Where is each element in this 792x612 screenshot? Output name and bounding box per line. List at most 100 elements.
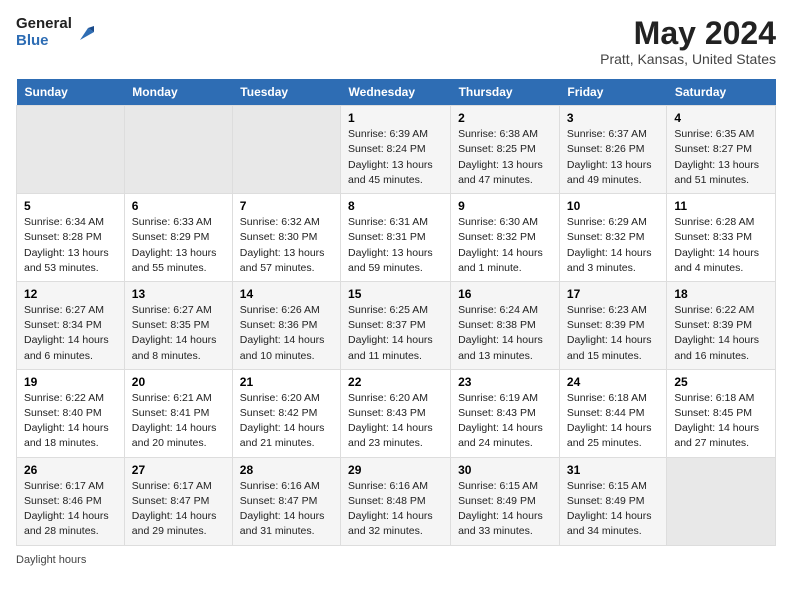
calendar-cell [124, 106, 232, 194]
day-number: 19 [24, 375, 117, 389]
daylight-label: Daylight hours [16, 554, 86, 566]
col-header-wednesday: Wednesday [341, 79, 451, 106]
calendar-week-1: 1 Sunrise: 6:39 AM Sunset: 8:24 PM Daylig… [17, 106, 776, 194]
day-info: Sunrise: 6:20 AM Sunset: 8:43 PM Dayligh… [348, 391, 443, 452]
calendar-cell: 8 Sunrise: 6:31 AM Sunset: 8:31 PM Daylig… [341, 194, 451, 282]
day-number: 14 [240, 287, 333, 301]
day-number: 17 [567, 287, 659, 301]
day-number: 6 [132, 199, 225, 213]
calendar-table: SundayMondayTuesdayWednesdayThursdayFrid… [16, 79, 776, 545]
col-header-friday: Friday [559, 79, 666, 106]
day-number: 30 [458, 463, 552, 477]
day-info: Sunrise: 6:17 AM Sunset: 8:47 PM Dayligh… [132, 479, 225, 540]
day-number: 21 [240, 375, 333, 389]
calendar-week-5: 26 Sunrise: 6:17 AM Sunset: 8:46 PM Dayli… [17, 457, 776, 545]
day-info: Sunrise: 6:17 AM Sunset: 8:46 PM Dayligh… [24, 479, 117, 540]
calendar-cell: 5 Sunrise: 6:34 AM Sunset: 8:28 PM Daylig… [17, 194, 125, 282]
calendar-week-2: 5 Sunrise: 6:34 AM Sunset: 8:28 PM Daylig… [17, 194, 776, 282]
day-number: 5 [24, 199, 117, 213]
col-header-tuesday: Tuesday [232, 79, 340, 106]
day-number: 27 [132, 463, 225, 477]
calendar-cell: 31Sunrise: 6:15 AM Sunset: 8:49 PM Dayli… [559, 457, 666, 545]
day-info: Sunrise: 6:32 AM Sunset: 8:30 PM Dayligh… [240, 215, 333, 276]
day-number: 10 [567, 199, 659, 213]
col-header-saturday: Saturday [667, 79, 776, 106]
title-section: May 2024 Pratt, Kansas, United States [600, 16, 776, 67]
calendar-cell: 3Sunrise: 6:37 AM Sunset: 8:26 PM Daylig… [559, 106, 666, 194]
day-info: Sunrise: 6:20 AM Sunset: 8:42 PM Dayligh… [240, 391, 333, 452]
day-number: 11 [674, 199, 768, 213]
day-number: 2 [458, 111, 552, 125]
day-number: 4 [674, 111, 768, 125]
logo-blue-text: Blue [16, 33, 72, 50]
day-number: 13 [132, 287, 225, 301]
day-number: 20 [132, 375, 225, 389]
calendar-cell: 6Sunrise: 6:33 AM Sunset: 8:29 PM Daylig… [124, 194, 232, 282]
day-number: 18 [674, 287, 768, 301]
footer: Daylight hours [16, 554, 776, 566]
day-info: Sunrise: 6:18 AM Sunset: 8:45 PM Dayligh… [674, 391, 768, 452]
logo-icon [76, 22, 98, 44]
calendar-cell: 14Sunrise: 6:26 AM Sunset: 8:36 PM Dayli… [232, 281, 340, 369]
calendar-header-row: SundayMondayTuesdayWednesdayThursdayFrid… [17, 79, 776, 106]
calendar-cell: 22 Sunrise: 6:20 AM Sunset: 8:43 PM Dayli… [341, 369, 451, 457]
day-info: Sunrise: 6:23 AM Sunset: 8:39 PM Dayligh… [567, 303, 659, 364]
calendar-cell: 9Sunrise: 6:30 AM Sunset: 8:32 PM Daylig… [451, 194, 560, 282]
day-info: Sunrise: 6:29 AM Sunset: 8:32 PM Dayligh… [567, 215, 659, 276]
day-number: 23 [458, 375, 552, 389]
location-text: Pratt, Kansas, United States [600, 51, 776, 67]
day-number: 3 [567, 111, 659, 125]
day-info: Sunrise: 6:21 AM Sunset: 8:41 PM Dayligh… [132, 391, 225, 452]
calendar-cell: 2Sunrise: 6:38 AM Sunset: 8:25 PM Daylig… [451, 106, 560, 194]
col-header-thursday: Thursday [451, 79, 560, 106]
calendar-cell: 20 Sunrise: 6:21 AM Sunset: 8:41 PM Dayli… [124, 369, 232, 457]
day-number: 24 [567, 375, 659, 389]
calendar-cell: 28 Sunrise: 6:16 AM Sunset: 8:47 PM Dayli… [232, 457, 340, 545]
day-info: Sunrise: 6:16 AM Sunset: 8:47 PM Dayligh… [240, 479, 333, 540]
day-info: Sunrise: 6:27 AM Sunset: 8:34 PM Dayligh… [24, 303, 117, 364]
day-info: Sunrise: 6:15 AM Sunset: 8:49 PM Dayligh… [458, 479, 552, 540]
day-info: Sunrise: 6:34 AM Sunset: 8:28 PM Dayligh… [24, 215, 117, 276]
calendar-cell: 15Sunrise: 6:25 AM Sunset: 8:37 PM Dayli… [341, 281, 451, 369]
day-number: 8 [348, 199, 443, 213]
calendar-cell: 12 Sunrise: 6:27 AM Sunset: 8:34 PM Dayli… [17, 281, 125, 369]
day-number: 1 [348, 111, 443, 125]
day-number: 12 [24, 287, 117, 301]
calendar-cell: 1 Sunrise: 6:39 AM Sunset: 8:24 PM Daylig… [341, 106, 451, 194]
calendar-cell: 19 Sunrise: 6:22 AM Sunset: 8:40 PM Dayli… [17, 369, 125, 457]
day-info: Sunrise: 6:25 AM Sunset: 8:37 PM Dayligh… [348, 303, 443, 364]
calendar-week-4: 19 Sunrise: 6:22 AM Sunset: 8:40 PM Dayli… [17, 369, 776, 457]
month-year-title: May 2024 [600, 16, 776, 51]
col-header-monday: Monday [124, 79, 232, 106]
day-number: 28 [240, 463, 333, 477]
calendar-cell: 25 Sunrise: 6:18 AM Sunset: 8:45 PM Dayli… [667, 369, 776, 457]
day-info: Sunrise: 6:35 AM Sunset: 8:27 PM Dayligh… [674, 127, 768, 188]
calendar-cell: 21 Sunrise: 6:20 AM Sunset: 8:42 PM Dayli… [232, 369, 340, 457]
day-info: Sunrise: 6:22 AM Sunset: 8:40 PM Dayligh… [24, 391, 117, 452]
calendar-cell [667, 457, 776, 545]
calendar-cell: 11Sunrise: 6:28 AM Sunset: 8:33 PM Dayli… [667, 194, 776, 282]
day-number: 31 [567, 463, 659, 477]
day-info: Sunrise: 6:24 AM Sunset: 8:38 PM Dayligh… [458, 303, 552, 364]
day-info: Sunrise: 6:27 AM Sunset: 8:35 PM Dayligh… [132, 303, 225, 364]
calendar-cell: 7Sunrise: 6:32 AM Sunset: 8:30 PM Daylig… [232, 194, 340, 282]
calendar-cell: 29Sunrise: 6:16 AM Sunset: 8:48 PM Dayli… [341, 457, 451, 545]
page-header: General Blue May 2024 Pratt, Kansas, Uni… [16, 16, 776, 67]
calendar-cell [17, 106, 125, 194]
day-info: Sunrise: 6:31 AM Sunset: 8:31 PM Dayligh… [348, 215, 443, 276]
day-info: Sunrise: 6:39 AM Sunset: 8:24 PM Dayligh… [348, 127, 443, 188]
calendar-cell: 30 Sunrise: 6:15 AM Sunset: 8:49 PM Dayli… [451, 457, 560, 545]
logo: General Blue [16, 16, 98, 49]
calendar-cell: 17 Sunrise: 6:23 AM Sunset: 8:39 PM Dayli… [559, 281, 666, 369]
calendar-cell: 13 Sunrise: 6:27 AM Sunset: 8:35 PM Dayli… [124, 281, 232, 369]
day-number: 25 [674, 375, 768, 389]
day-number: 16 [458, 287, 552, 301]
calendar-cell: 27 Sunrise: 6:17 AM Sunset: 8:47 PM Dayli… [124, 457, 232, 545]
calendar-cell: 4 Sunrise: 6:35 AM Sunset: 8:27 PM Daylig… [667, 106, 776, 194]
calendar-cell [232, 106, 340, 194]
day-number: 22 [348, 375, 443, 389]
day-info: Sunrise: 6:22 AM Sunset: 8:39 PM Dayligh… [674, 303, 768, 364]
calendar-cell: 26 Sunrise: 6:17 AM Sunset: 8:46 PM Dayli… [17, 457, 125, 545]
calendar-week-3: 12 Sunrise: 6:27 AM Sunset: 8:34 PM Dayli… [17, 281, 776, 369]
day-number: 26 [24, 463, 117, 477]
